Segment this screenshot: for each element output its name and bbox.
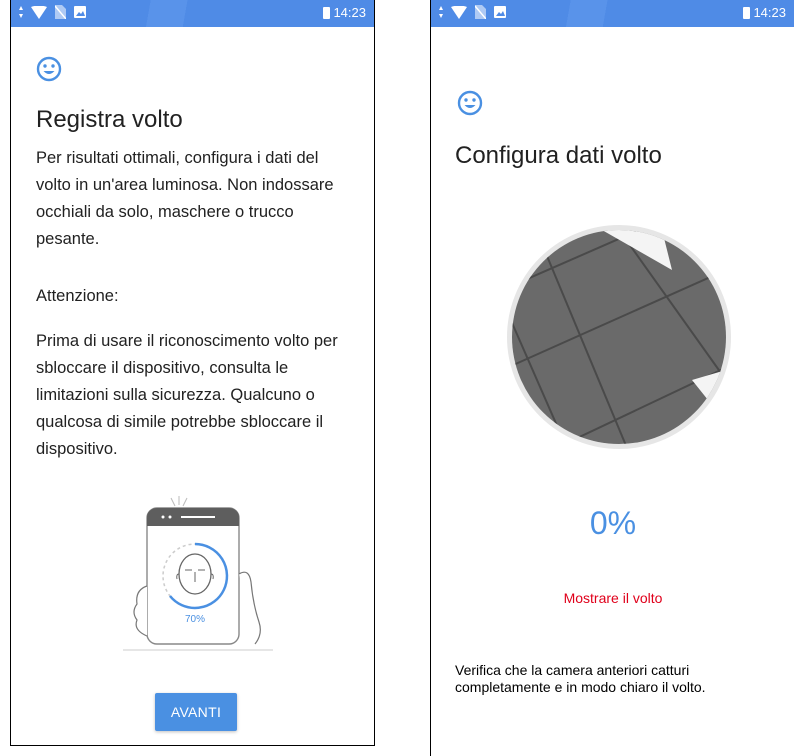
data-arrows-icon (19, 6, 23, 18)
image-icon (494, 6, 506, 18)
attention-label: Attenzione: (36, 287, 119, 305)
battery-icon (323, 6, 331, 19)
data-arrows-icon (439, 6, 443, 18)
page-title: Configura dati volto (455, 142, 662, 169)
status-time: 14:23 (333, 5, 366, 20)
status-bar: 14:23 (431, 0, 794, 27)
illustration-percent: 70% (185, 614, 205, 625)
camera-hint: Verifica che la camera anteriori catturi… (455, 662, 706, 695)
no-sim-icon (475, 5, 486, 19)
phone-screen-configure-face: 14:23 Configura dati volto 0% Mostrare i… (430, 0, 794, 756)
security-warning: Prima di usare il riconoscimento volto p… (36, 332, 338, 458)
status-bar: 14:23 (11, 0, 374, 27)
battery-icon (743, 6, 751, 19)
camera-preview (507, 225, 731, 449)
setup-description: Per risultati ottimali, configura i dati… (36, 149, 334, 248)
status-time: 14:23 (753, 5, 786, 20)
image-icon (74, 6, 86, 18)
face-icon (457, 90, 483, 116)
progress-percent: 0% (589, 505, 637, 541)
next-button[interactable]: AVANTI (155, 693, 237, 731)
page-title: Registra volto (36, 106, 183, 133)
error-message: Mostrare il volto (563, 590, 663, 606)
wifi-icon (31, 5, 47, 19)
no-sim-icon (55, 5, 66, 19)
wifi-icon (451, 5, 467, 19)
phone-screen-register-face: 14:23 Registra volto Per risultati ottim… (10, 0, 375, 746)
face-scan-illustration: 70% (123, 496, 273, 651)
face-icon (36, 56, 62, 82)
